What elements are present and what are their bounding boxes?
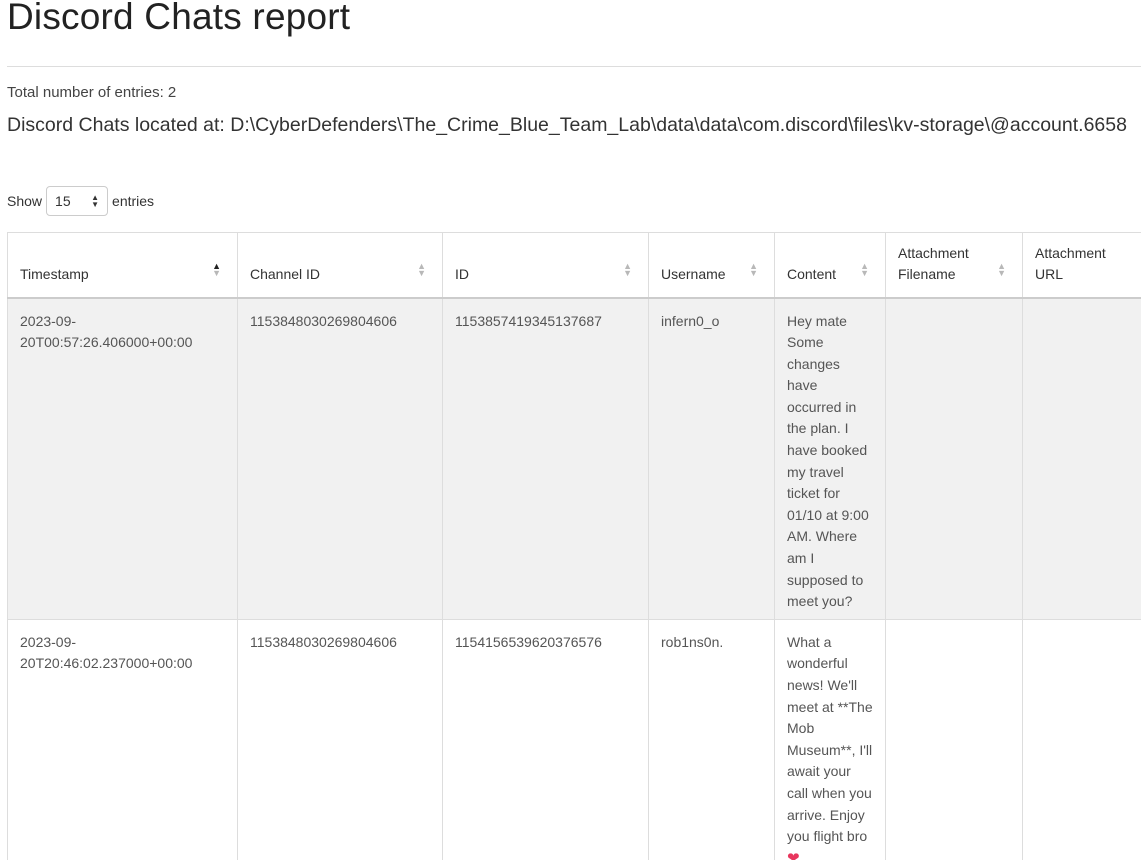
column-header-username[interactable]: Username ▲ ▼ — [648, 232, 775, 299]
cell-username: rob1ns0n. — [648, 618, 775, 860]
cell-username: infern0_o — [648, 297, 775, 620]
title-divider — [7, 66, 1141, 67]
select-arrows-icon: ▲ ▼ — [91, 193, 100, 209]
column-header-id[interactable]: ID ▲ ▼ — [442, 232, 649, 299]
column-header-timestamp[interactable]: Timestamp ▲ ▼ — [7, 232, 238, 299]
column-label: Username — [661, 265, 726, 282]
chats-table: Timestamp ▲ ▼ Channel ID ▲ ▼ ID ▲ ▼ Usernam… — [7, 232, 1141, 860]
table-container[interactable]: Timestamp ▲ ▼ Channel ID ▲ ▼ ID ▲ ▼ Usernam… — [7, 232, 1141, 860]
length-menu: Show 15 ▲ ▼ entries — [7, 186, 154, 216]
column-header-content[interactable]: Content ▲ ▼ — [774, 232, 886, 299]
column-header-attachment-filename[interactable]: Attachment Filename ▲ ▼ — [885, 232, 1023, 299]
column-label: Attachment URL — [1035, 244, 1106, 282]
heart-emoji-icon: ❤ — [787, 849, 800, 860]
cell-timestamp: 2023-09-20T00:57:26.406000+00:00 — [7, 297, 238, 620]
content-text: What a wonderful news! We'll meet at **T… — [787, 633, 873, 845]
entries-per-page-select[interactable]: 15 ▲ ▼ — [46, 186, 109, 216]
table-row: 2023-09-20T00:57:26.406000+00:00 1153848… — [7, 297, 1141, 620]
column-label: Attachment Filename — [898, 244, 969, 282]
report-location: Discord Chats located at: D:\CyberDefend… — [7, 114, 1127, 136]
cell-content: What a wonderful news! We'll meet at **T… — [774, 618, 886, 860]
sort-arrows-icon: ▲ ▼ — [749, 260, 758, 278]
sort-arrows-icon: ▲ ▼ — [860, 260, 869, 278]
page-title: Discord Chats report — [7, 0, 351, 37]
cell-attachment-filename — [885, 618, 1023, 860]
cell-attachment-filename — [885, 297, 1023, 620]
column-label: Channel ID — [250, 265, 321, 282]
cell-timestamp: 2023-09-20T20:46:02.237000+00:00 — [7, 618, 238, 860]
column-label: Timestamp — [20, 265, 89, 282]
cell-content: Hey mate Some changes have occurred in t… — [774, 297, 886, 620]
sort-arrows-icon: ▲ ▼ — [417, 260, 426, 278]
column-label: ID — [455, 265, 469, 282]
cell-channel-id: 1153848030269804606 — [237, 297, 443, 620]
entries-label: entries — [112, 193, 155, 209]
report-page: Discord Chats report Total number of ent… — [0, 0, 1141, 860]
column-label: Content — [787, 265, 837, 282]
entries-per-page-value: 15 — [55, 193, 71, 209]
table-row: 2023-09-20T20:46:02.237000+00:00 1153848… — [7, 618, 1141, 860]
sort-ascending-icon: ▲ ▼ — [212, 260, 221, 278]
cell-channel-id: 1153848030269804606 — [237, 618, 443, 860]
cell-id: 1153857419345137687 — [442, 297, 649, 620]
total-entries: Total number of entries: 2 — [7, 84, 177, 101]
column-header-attachment-url[interactable]: Attachment URL ▲▼ — [1022, 232, 1141, 299]
show-label: Show — [7, 193, 43, 209]
sort-arrows-icon: ▲ ▼ — [623, 260, 632, 278]
cell-attachment-url — [1022, 297, 1141, 620]
sort-arrows-icon: ▲ ▼ — [997, 260, 1006, 278]
table-body: 2023-09-20T00:57:26.406000+00:00 1153848… — [7, 297, 1141, 860]
cell-attachment-url — [1022, 618, 1141, 860]
column-header-channel-id[interactable]: Channel ID ▲ ▼ — [237, 232, 443, 299]
cell-id: 1154156539620376576 — [442, 618, 649, 860]
table-header: Timestamp ▲ ▼ Channel ID ▲ ▼ ID ▲ ▼ Usernam… — [7, 232, 1141, 299]
